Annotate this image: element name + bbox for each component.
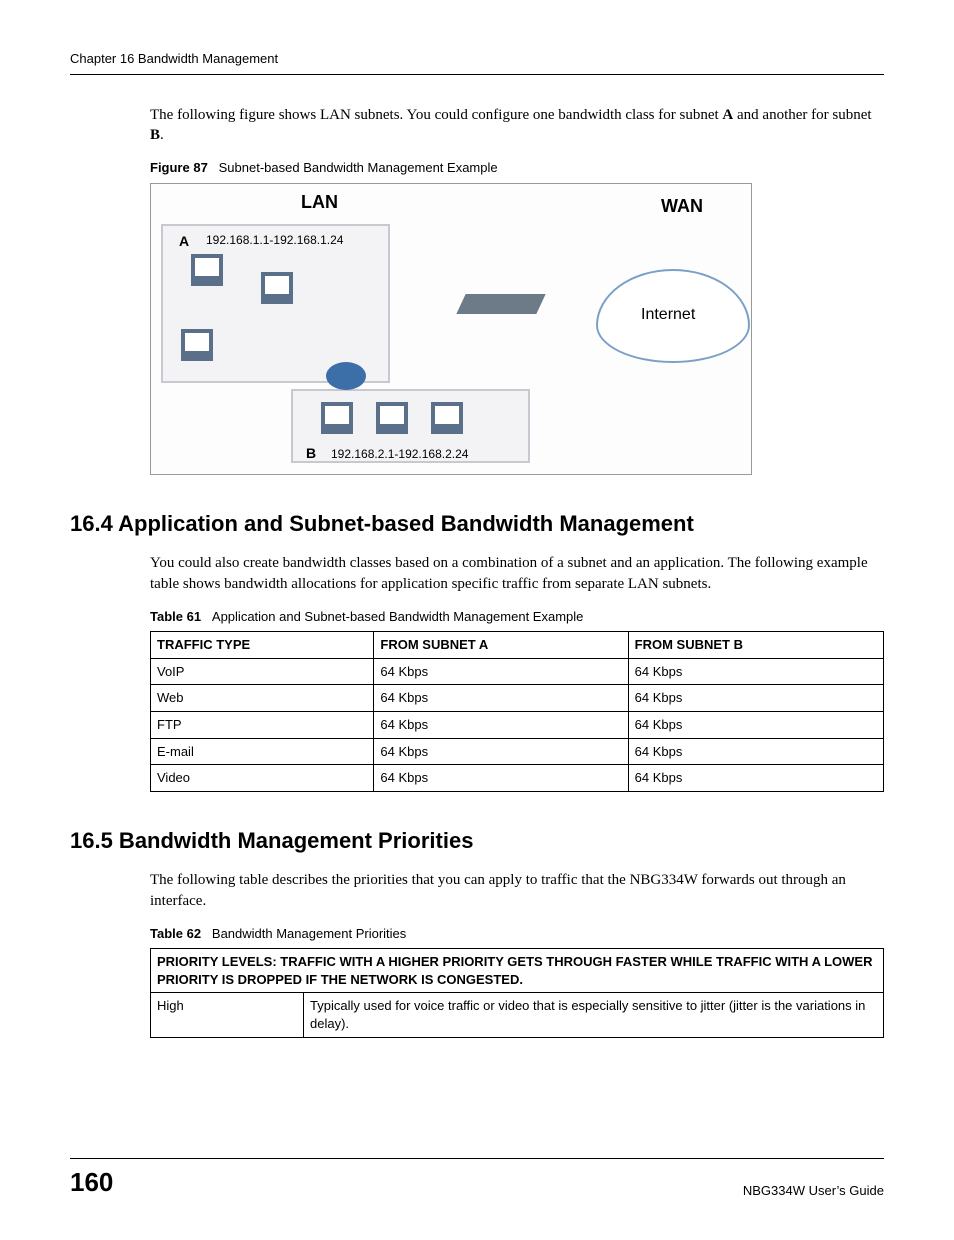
table-62-header: PRIORITY LEVELS: TRAFFIC WITH A HIGHER P… (151, 949, 884, 993)
section-16-5-text: The following table describes the priori… (150, 870, 884, 911)
cell-subnet-b: 64 Kbps (628, 685, 883, 712)
figure-a-range: 192.168.1.1-192.168.1.24 (206, 232, 343, 248)
cell-subnet-a: 64 Kbps (374, 711, 628, 738)
computer-icon (181, 329, 213, 361)
figure-87-caption: Figure 87 Subnet-based Bandwidth Managem… (150, 159, 884, 177)
table-header-row: PRIORITY LEVELS: TRAFFIC WITH A HIGHER P… (151, 949, 884, 993)
table-61-h2: FROM SUBNET A (374, 632, 628, 659)
cell-subnet-b: 64 Kbps (628, 711, 883, 738)
table-header-row: TRAFFIC TYPE FROM SUBNET A FROM SUBNET B (151, 632, 884, 659)
computer-icon (261, 272, 293, 304)
figure-internet-label: Internet (641, 304, 695, 326)
figure-87: LAN WAN A 192.168.1.1-192.168.1.24 B 192… (150, 183, 884, 475)
figure-lan-label: LAN (301, 190, 338, 214)
table-row: Video 64 Kbps 64 Kbps (151, 765, 884, 792)
table-61-caption: Table 61 Application and Subnet-based Ba… (150, 608, 884, 626)
computer-icon (321, 402, 353, 434)
table-row: Web 64 Kbps 64 Kbps (151, 685, 884, 712)
table-row: VoIP 64 Kbps 64 Kbps (151, 658, 884, 685)
table-61-title: Application and Subnet-based Bandwidth M… (212, 609, 583, 624)
cell-priority-level: High (151, 993, 304, 1037)
table-row: High Typically used for voice traffic or… (151, 993, 884, 1037)
cell-type: Video (151, 765, 374, 792)
cell-subnet-b: 64 Kbps (628, 765, 883, 792)
intro-text-1: The following figure shows LAN subnets. … (150, 107, 722, 123)
computer-icon (431, 402, 463, 434)
figure-b-label: B (306, 444, 316, 463)
table-61-h1: TRAFFIC TYPE (151, 632, 374, 659)
router-icon (326, 362, 366, 390)
figure-87-title: Subnet-based Bandwidth Management Exampl… (219, 160, 498, 175)
table-61-label: Table 61 (150, 609, 201, 624)
intro-text-mid: and another for subnet (733, 107, 871, 123)
table-62-caption: Table 62 Bandwidth Management Priorities (150, 925, 884, 943)
section-16-5-heading: 16.5 Bandwidth Management Priorities (70, 826, 884, 856)
section-16-4-heading: 16.4 Application and Subnet-based Bandwi… (70, 509, 884, 539)
guide-name: NBG334W User’s Guide (743, 1182, 884, 1200)
cell-priority-desc: Typically used for voice traffic or vide… (304, 993, 884, 1037)
figure-b-range: 192.168.2.1-192.168.2.24 (331, 446, 468, 462)
table-62-label: Table 62 (150, 926, 201, 941)
cell-subnet-a: 64 Kbps (374, 765, 628, 792)
cell-type: Web (151, 685, 374, 712)
page-number: 160 (70, 1165, 113, 1200)
page-footer: 160 NBG334W User’s Guide (70, 1158, 884, 1200)
table-62: PRIORITY LEVELS: TRAFFIC WITH A HIGHER P… (150, 948, 884, 1037)
table-row: FTP 64 Kbps 64 Kbps (151, 711, 884, 738)
cell-type: FTP (151, 711, 374, 738)
table-61-h3: FROM SUBNET B (628, 632, 883, 659)
page-header: Chapter 16 Bandwidth Management (70, 50, 884, 75)
section-16-4-text: You could also create bandwidth classes … (150, 553, 884, 594)
cell-subnet-b: 64 Kbps (628, 658, 883, 685)
cell-subnet-a: 64 Kbps (374, 658, 628, 685)
figure-87-label: Figure 87 (150, 160, 208, 175)
intro-bold-a: A (722, 107, 733, 123)
cell-type: E-mail (151, 738, 374, 765)
figure-87-diagram: LAN WAN A 192.168.1.1-192.168.1.24 B 192… (150, 183, 752, 475)
figure-a-label: A (179, 232, 189, 251)
chapter-label: Chapter 16 Bandwidth Management (70, 51, 278, 66)
cell-subnet-a: 64 Kbps (374, 685, 628, 712)
computer-icon (191, 254, 223, 286)
table-61: TRAFFIC TYPE FROM SUBNET A FROM SUBNET B… (150, 631, 884, 791)
intro-text-after: . (160, 127, 164, 143)
cell-subnet-a: 64 Kbps (374, 738, 628, 765)
table-62-title: Bandwidth Management Priorities (212, 926, 406, 941)
computer-icon (376, 402, 408, 434)
intro-paragraph: The following figure shows LAN subnets. … (150, 105, 884, 146)
figure-wan-label: WAN (661, 194, 703, 218)
modem-icon (456, 294, 545, 314)
cell-subnet-b: 64 Kbps (628, 738, 883, 765)
cell-type: VoIP (151, 658, 374, 685)
intro-bold-b: B (150, 127, 160, 143)
table-row: E-mail 64 Kbps 64 Kbps (151, 738, 884, 765)
